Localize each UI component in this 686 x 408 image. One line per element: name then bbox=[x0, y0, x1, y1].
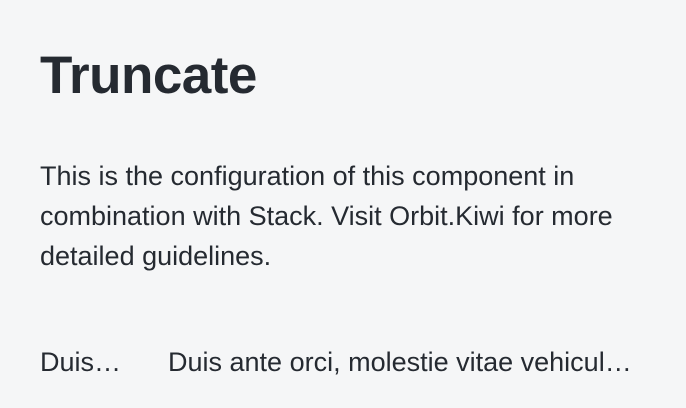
truncated-text-long: Duis ante orci, molestie vitae vehicula … bbox=[168, 347, 646, 377]
page-content: Truncate This is the configuration of th… bbox=[40, 40, 646, 382]
page-title: Truncate bbox=[40, 46, 257, 105]
truncate-stack: Duis ante orci, molestie vitae vehicula … bbox=[40, 342, 646, 382]
page-description: This is the configuration of this compon… bbox=[40, 161, 613, 271]
truncated-text-short: Duis ante orci, molestie vitae vehicula … bbox=[40, 347, 128, 377]
